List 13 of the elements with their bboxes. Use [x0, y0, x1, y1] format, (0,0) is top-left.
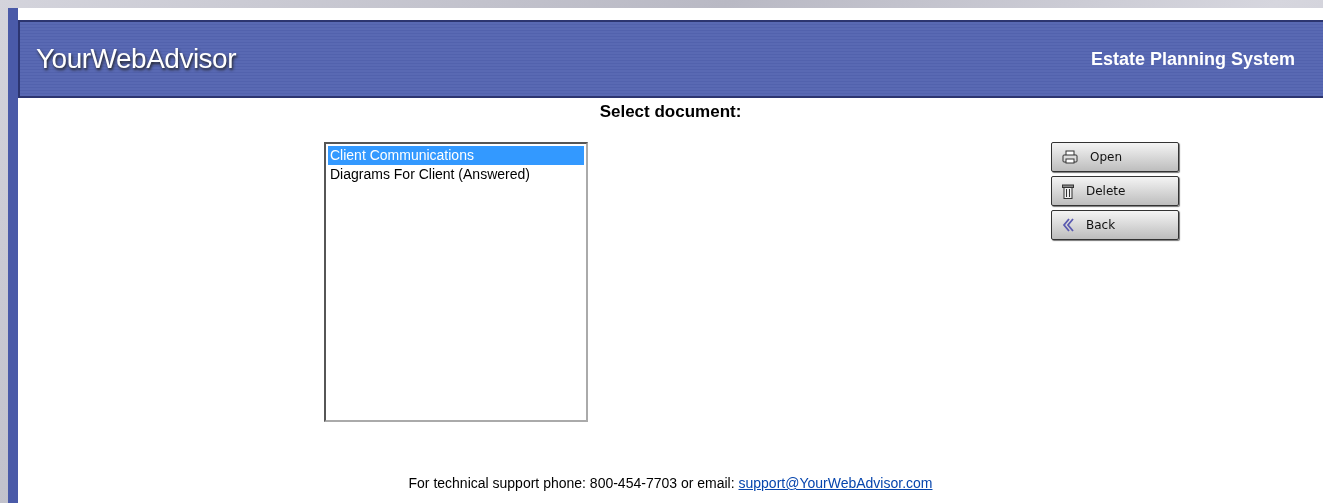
open-button[interactable]: Open	[1051, 142, 1179, 172]
support-email-link[interactable]: support@YourWebAdvisor.com	[738, 475, 933, 491]
logo: YourWebAdvisor	[36, 43, 236, 75]
document-item[interactable]: Diagrams For Client (Answered)	[328, 165, 584, 184]
double-chevron-left-icon	[1062, 218, 1074, 232]
document-list[interactable]: Client Communications Diagrams For Client (Answered)	[324, 142, 588, 422]
system-name: Estate Planning System	[1090, 48, 1295, 70]
support-text: For technical support phone: 800-454-7703 or email: support@YourWebAdvisor.com	[407, 475, 934, 491]
back-button[interactable]: Back	[1051, 210, 1179, 240]
trash-icon	[1062, 183, 1074, 199]
page-heading: Select document:	[598, 102, 743, 122]
printer-icon	[1062, 150, 1078, 164]
delete-button[interactable]: Delete	[1051, 176, 1179, 206]
